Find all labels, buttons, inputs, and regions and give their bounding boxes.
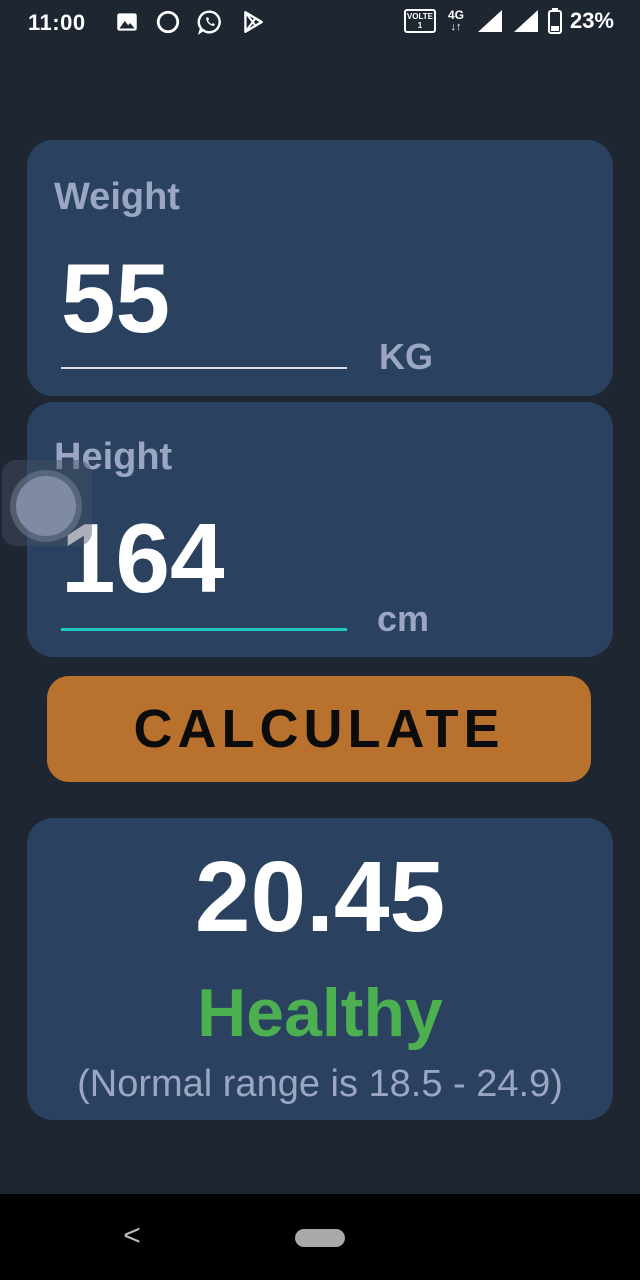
signal-icon (477, 10, 502, 32)
volte-label: VOLTE (406, 12, 433, 21)
whatsapp-icon (197, 10, 221, 35)
play-store-icon (244, 11, 263, 33)
height-card: Height 164 cm (27, 402, 613, 657)
bmi-status: Healthy (197, 975, 443, 1051)
height-unit: cm (377, 598, 430, 639)
network-type-icon: 4G ↓↑ (444, 9, 468, 33)
height-input-underline (61, 628, 347, 631)
image-icon (117, 13, 137, 31)
status-right-group: VOLTE 1 4G ↓↑ 23% (403, 8, 614, 34)
weight-label: Weight (54, 176, 180, 218)
network-type-label: 4G (447, 8, 464, 22)
home-pill-button[interactable] (295, 1229, 345, 1247)
result-card: 20.45 Healthy (Normal range is 18.5 - 24… (27, 818, 613, 1120)
bmi-normal-range: (Normal range is 18.5 - 24.9) (77, 1063, 563, 1105)
weight-card: Weight 55 KG (27, 140, 613, 396)
volte-icon: VOLTE 1 (403, 9, 436, 33)
battery-icon (547, 8, 562, 34)
app-screen: 11:00 VOLTE 1 4G ↓↑ 23% Weight 55 KG Hei… (0, 0, 640, 1280)
back-icon[interactable]: < (118, 1218, 146, 1254)
circle-icon (156, 10, 180, 34)
status-time: 11:00 (28, 10, 86, 35)
touch-dot-icon (16, 476, 76, 536)
weight-input-underline (61, 367, 347, 369)
weight-unit: KG (379, 336, 433, 377)
signal-icon-2 (513, 10, 538, 32)
volte-sub: 1 (417, 21, 423, 30)
floating-touch-button[interactable] (2, 460, 92, 546)
status-bar: 11:00 VOLTE 1 4G ↓↑ 23% (0, 0, 640, 46)
calculate-button[interactable]: CALCULATE (47, 676, 591, 782)
battery-percent: 23% (569, 8, 614, 33)
navigation-bar: < (0, 1194, 640, 1280)
bmi-value: 20.45 (194, 841, 446, 953)
weight-input[interactable]: 55 (61, 248, 170, 348)
